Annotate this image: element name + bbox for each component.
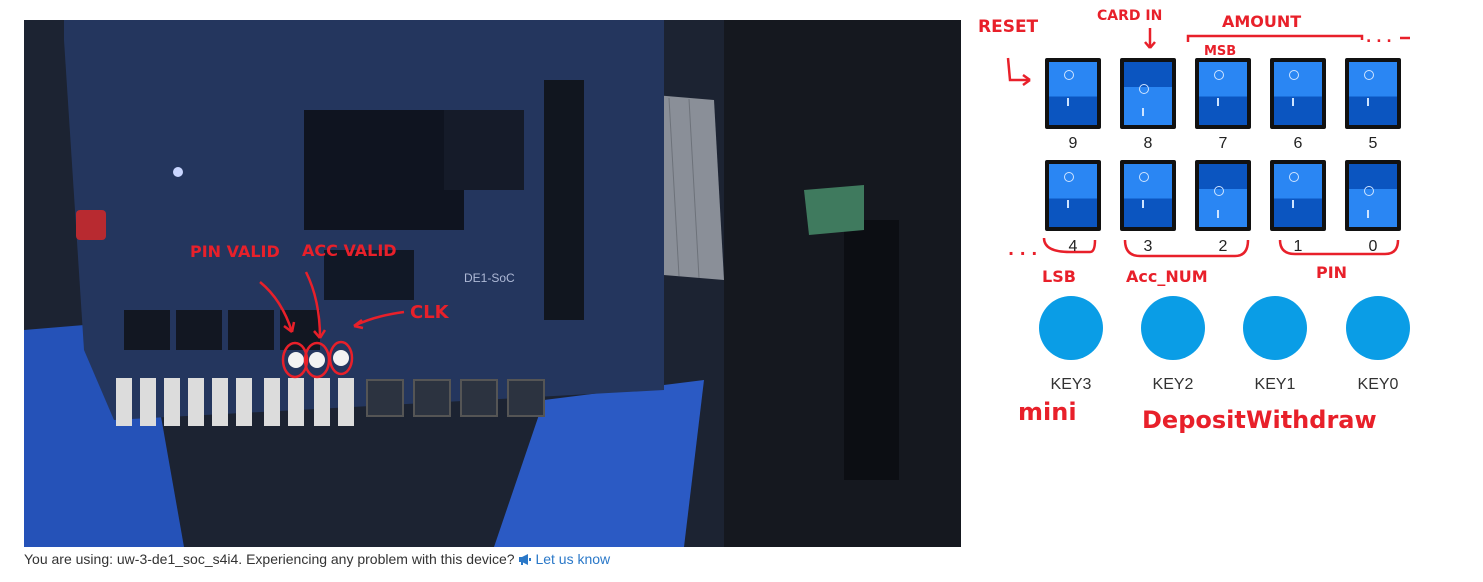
switch-label-9: 9 <box>1068 135 1078 152</box>
acc-valid-annotation: ACC VALID <box>302 241 397 260</box>
deposit-annotation: Deposit <box>1142 406 1246 434</box>
key0-label: KEY0 <box>1357 376 1399 393</box>
footer-message: You are using: uw-3-de1_soc_s4i4. Experi… <box>24 551 515 567</box>
amount-annotation: AMOUNT <box>1222 12 1301 31</box>
pin-annotation: PIN <box>1316 263 1347 282</box>
clk-annotation: CLK <box>410 302 450 323</box>
switch-label-1: 1 <box>1293 238 1303 255</box>
key1-label: KEY1 <box>1254 376 1296 393</box>
dots-left-annotation: . . . <box>1008 240 1037 259</box>
key3-label: KEY3 <box>1050 376 1092 393</box>
switch-label-4: 4 <box>1068 238 1078 255</box>
acc-num-annotation: Acc_NUM <box>1126 267 1208 286</box>
mini-annotation: mini <box>1018 398 1077 426</box>
megaphone-icon <box>519 554 532 565</box>
card-in-annotation: CARD IN <box>1097 8 1162 24</box>
let-us-know-label: Let us know <box>535 551 611 567</box>
switch-4[interactable] <box>1045 160 1101 231</box>
switch-8[interactable] <box>1120 58 1176 129</box>
switch-label-2: 2 <box>1218 238 1228 255</box>
let-us-know-link[interactable]: Let us know <box>518 551 610 567</box>
switch-1[interactable] <box>1270 160 1326 231</box>
switch-rocker <box>1199 164 1247 227</box>
switch-rocker <box>1349 164 1397 227</box>
switch-label-0: 0 <box>1368 238 1378 255</box>
switch-label-6: 6 <box>1293 135 1303 152</box>
switch-label-3: 3 <box>1143 238 1153 255</box>
key1-button[interactable] <box>1243 296 1307 360</box>
switch-rocker <box>1124 62 1172 125</box>
switch-9[interactable] <box>1045 58 1101 129</box>
switch-0[interactable] <box>1345 160 1401 231</box>
dots-right-annotation: . . . <box>1366 30 1392 46</box>
key2-button[interactable] <box>1141 296 1205 360</box>
board-photo: DE1-SoC PIN VALID ACC VALID CLK <box>24 20 961 547</box>
msb-annotation: MSB <box>1204 44 1236 59</box>
switch-7[interactable] <box>1195 58 1251 129</box>
switch-label-5: 5 <box>1368 135 1378 152</box>
key2-label: KEY2 <box>1152 376 1194 393</box>
key0-button[interactable] <box>1346 296 1410 360</box>
switch-label-7: 7 <box>1218 135 1228 152</box>
switch-3[interactable] <box>1120 160 1176 231</box>
device-footer: You are using: uw-3-de1_soc_s4i4. Experi… <box>24 551 610 567</box>
camera-feed: DE1-SoC PIN VALID ACC VALID CLK <box>24 20 961 547</box>
switch-5[interactable] <box>1345 58 1401 129</box>
withdraw-annotation: Withdraw <box>1246 406 1377 434</box>
switch-2[interactable] <box>1195 160 1251 231</box>
reset-annotation: RESET <box>978 17 1039 37</box>
lsb-annotation: LSB <box>1042 267 1076 286</box>
pin-valid-annotation: PIN VALID <box>190 242 280 261</box>
key3-button[interactable] <box>1039 296 1103 360</box>
switch-label-8: 8 <box>1143 135 1153 152</box>
board-name: DE1-SoC <box>464 271 515 285</box>
switch-6[interactable] <box>1270 58 1326 129</box>
